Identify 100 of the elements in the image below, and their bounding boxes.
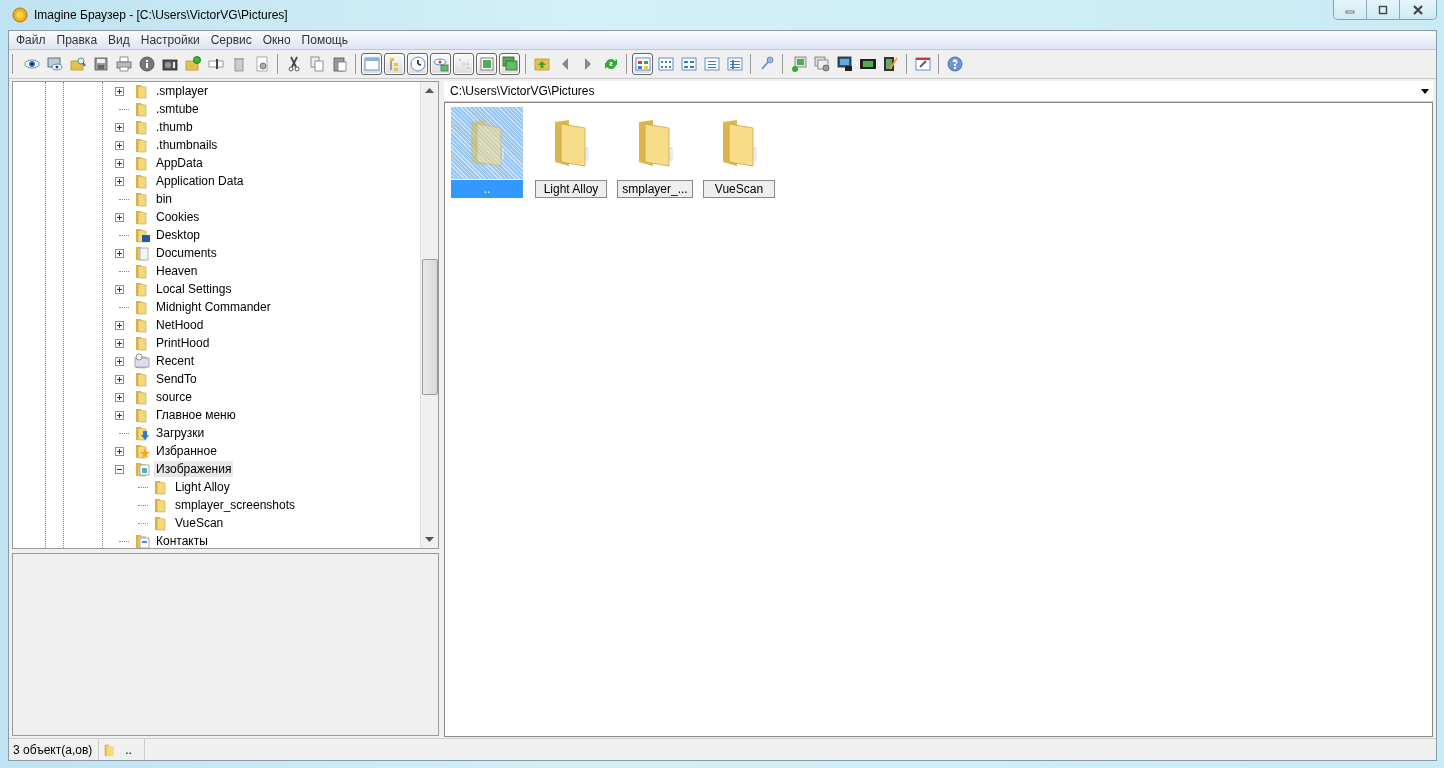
folder-folder-icon [134, 407, 150, 423]
folder-folder-icon [134, 335, 150, 351]
tree-item[interactable]: .smplayer [154, 83, 210, 99]
pictures-gear-button[interactable] [811, 53, 832, 75]
tree-item[interactable]: Избранное [154, 443, 219, 459]
maximize-button[interactable] [1367, 0, 1400, 19]
file-name[interactable]: Light Alloy [535, 180, 607, 198]
printer-button[interactable] [113, 53, 134, 75]
selected-thumbnail[interactable] [451, 107, 523, 179]
folder-folder-icon [134, 83, 150, 99]
folder-folder-icon [134, 317, 150, 333]
expand-icon[interactable] [115, 212, 124, 222]
expand-icon[interactable] [115, 176, 124, 186]
clock-button[interactable] [407, 53, 428, 75]
folder-up-icon [533, 56, 550, 72]
menu-item[interactable]: Настройки [136, 33, 204, 47]
folder-folder-icon [134, 191, 150, 207]
pictures-gear-icon [813, 56, 830, 72]
gear-page-icon [253, 56, 270, 72]
folder-icon [153, 479, 169, 495]
eye-icon [23, 56, 40, 72]
tree-item[interactable]: Cookies [154, 209, 202, 225]
tree-item[interactable]: .smtube [154, 101, 201, 117]
info-button[interactable] [136, 53, 157, 75]
tree-item[interactable]: Documents [154, 245, 219, 261]
tree-item[interactable]: source [154, 389, 195, 405]
expand-icon[interactable] [115, 284, 124, 294]
expand-icon[interactable] [115, 140, 124, 150]
monitor-camera-icon [836, 56, 853, 72]
tiles-button[interactable] [632, 53, 653, 75]
scroll-down-icon[interactable] [425, 537, 434, 542]
text-field-icon [207, 56, 224, 72]
tree-item[interactable]: AppData [154, 155, 205, 171]
tree-item[interactable]: Local Settings [154, 281, 234, 297]
menu-item[interactable]: Окно [258, 33, 295, 47]
expand-icon[interactable] [115, 320, 124, 330]
tree-item[interactable]: Загрузки [154, 425, 207, 441]
close-button[interactable] [1400, 0, 1436, 19]
menu-item[interactable]: Вид [104, 33, 134, 47]
expand-icon[interactable] [115, 410, 124, 420]
expand-icon[interactable] [115, 86, 124, 96]
pictures-folder-icon [134, 461, 150, 477]
folder-folder-icon [134, 389, 150, 405]
windows-stack-button[interactable] [499, 53, 520, 75]
window-button[interactable] [361, 53, 382, 75]
tree-item[interactable]: Контакты [154, 533, 210, 548]
tree-item[interactable]: VueScan [173, 515, 226, 531]
dots-grid-button[interactable] [453, 53, 474, 75]
folder-folder-icon [134, 209, 150, 225]
menu-item[interactable]: Помощь [297, 33, 352, 47]
menu-item[interactable]: Правка [52, 33, 102, 47]
tree-item[interactable]: Heaven [154, 263, 200, 279]
scrollbar[interactable] [420, 82, 438, 548]
tree-item[interactable]: Light Alloy [173, 479, 232, 495]
tree-item[interactable]: NetHood [154, 317, 206, 333]
expand-icon[interactable] [115, 446, 124, 456]
collapse-icon[interactable] [115, 464, 124, 474]
tree-item[interactable]: .thumbnails [154, 137, 220, 153]
object-count: 3 объект(а,ов) [9, 739, 100, 760]
menu-item[interactable]: Сервис [206, 33, 256, 47]
tree-item[interactable]: Midnight Commander [154, 299, 273, 315]
tree-item[interactable]: Desktop [154, 227, 203, 243]
scroll-up-icon[interactable] [425, 88, 434, 93]
menu-item[interactable]: Файл [12, 33, 50, 47]
expand-icon[interactable] [115, 122, 124, 132]
sun-icon [12, 7, 28, 23]
tree-item[interactable]: Recent [154, 353, 197, 369]
list-icon [703, 56, 720, 72]
eye-picture-button[interactable] [430, 53, 451, 75]
monitor-eye-icon [46, 56, 63, 72]
folder-plus-icon [184, 56, 201, 72]
folder-folder-icon [134, 173, 150, 189]
film-pencil-icon [882, 56, 899, 72]
help-button[interactable] [944, 53, 965, 75]
expand-icon[interactable] [115, 248, 124, 258]
tree-item[interactable]: smplayer_screenshots [173, 497, 298, 513]
tree-button[interactable] [384, 53, 405, 75]
window-icon [363, 56, 380, 72]
expand-icon[interactable] [115, 392, 124, 402]
expand-icon[interactable] [115, 374, 124, 384]
picture-frame-button[interactable] [476, 53, 497, 75]
camera-icon [161, 56, 178, 72]
tree-item[interactable]: Главное меню [154, 407, 238, 423]
close-icon [1412, 4, 1424, 15]
path-dropdown[interactable]: C:\Users\VictorVG\Pictures [444, 81, 1433, 102]
expand-icon[interactable] [115, 158, 124, 168]
desktop-folder-icon [134, 227, 150, 243]
tree-item[interactable]: SendTo [154, 371, 199, 387]
tree-item[interactable]: .thumb [154, 119, 195, 135]
expand-icon[interactable] [115, 356, 124, 366]
tree-item[interactable]: Изображения [154, 461, 234, 477]
film-icon [859, 56, 876, 72]
tree-item[interactable]: bin [154, 191, 174, 207]
file-name[interactable]: VueScan [703, 180, 775, 198]
tree-item[interactable]: Application Data [154, 173, 246, 189]
file-name[interactable]: smplayer_... [617, 180, 693, 198]
tree-item[interactable]: PrintHood [154, 335, 212, 351]
documents-folder-icon [134, 245, 150, 261]
expand-icon[interactable] [115, 338, 124, 348]
current-item: .. [125, 742, 132, 757]
